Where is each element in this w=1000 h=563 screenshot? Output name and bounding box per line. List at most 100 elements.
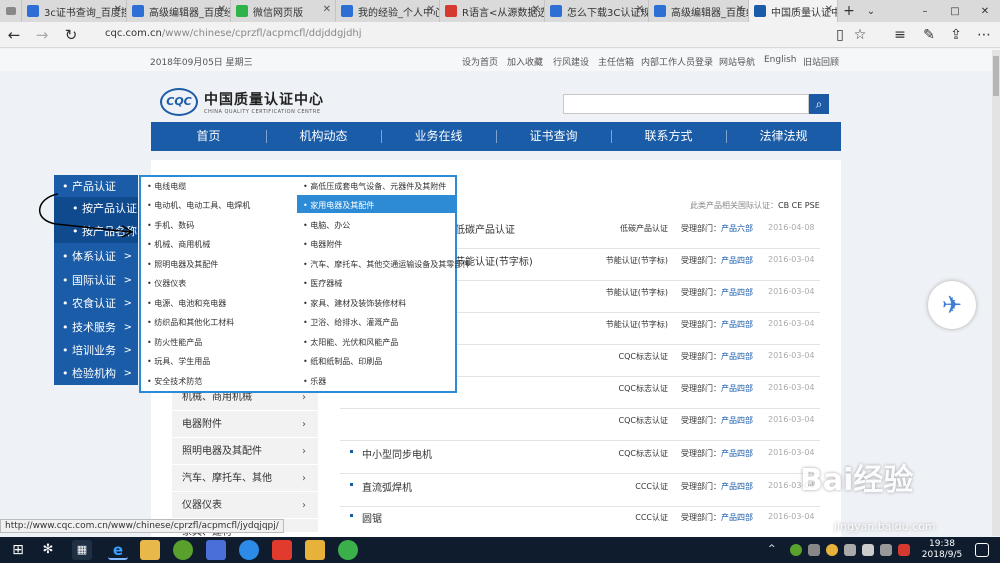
dropdown-item[interactable]: • 机械、商用机械 xyxy=(147,239,210,250)
page-scrollbar[interactable] xyxy=(992,50,1000,536)
browser-app-icon[interactable] xyxy=(239,540,259,560)
dropdown-item[interactable]: • 照明电器及其配件 xyxy=(147,259,218,270)
site-search-input[interactable] xyxy=(563,94,809,114)
tray-qq-icon[interactable] xyxy=(826,544,838,556)
search-button[interactable]: ⌕ xyxy=(809,94,829,114)
category-item[interactable]: 仪器仪表 › xyxy=(172,492,318,519)
dept-link[interactable]: 产品四部 xyxy=(721,320,753,329)
dropdown-item[interactable]: • 纺织品和其他化工材料 xyxy=(147,317,234,328)
left-menu-item[interactable]: • 培训业务 > xyxy=(54,339,138,362)
dept-link[interactable]: 产品四部 xyxy=(721,256,753,265)
more-icon[interactable]: ⋯ xyxy=(975,26,993,44)
dropdown-item[interactable]: • 医疗器械 xyxy=(303,278,342,289)
dropdown-item[interactable]: • 太阳能、光伏和风能产品 xyxy=(303,337,398,348)
tray-wechat-icon[interactable] xyxy=(790,544,802,556)
reading-view-icon[interactable]: ▯ xyxy=(831,26,849,44)
nav-item[interactable]: 机构动态 xyxy=(266,122,381,151)
dept-link[interactable]: 产品四部 xyxy=(721,449,753,458)
dropdown-item[interactable]: • 防火性能产品 xyxy=(147,337,202,348)
dropdown-item[interactable]: • 电器附件 xyxy=(303,239,342,250)
tab-close-icon[interactable]: ✕ xyxy=(636,4,644,15)
category-item[interactable]: 电器附件 › xyxy=(172,411,318,438)
top-link[interactable]: English xyxy=(764,55,797,65)
top-link[interactable]: 旧站回顾 xyxy=(803,55,839,68)
dept-link[interactable]: 产品四部 xyxy=(721,482,753,491)
dept-link[interactable]: 产品六部 xyxy=(721,224,753,233)
left-menu-item[interactable]: • 体系认证 > xyxy=(54,245,138,268)
product-name-link[interactable]: 中小型同步电机 xyxy=(362,446,432,461)
back-button[interactable]: ← xyxy=(4,25,24,45)
start-button[interactable]: ⊞ xyxy=(8,540,28,560)
top-link[interactable]: 主任信箱 xyxy=(598,55,634,68)
product-name-link[interactable]: 圆锯 xyxy=(362,510,382,525)
left-menu-item[interactable]: • 国际认证 > xyxy=(54,269,138,292)
dropdown-item[interactable]: • 仪器仪表 xyxy=(147,278,186,289)
new-tab-button[interactable]: + xyxy=(838,0,860,22)
notes-app-icon[interactable] xyxy=(272,540,292,560)
dropdown-item[interactable]: • 玩具、学生用品 xyxy=(147,356,210,367)
browser-tab[interactable]: 3c证书查询_百度搜 ✕ xyxy=(22,0,127,22)
dropdown-item[interactable]: • 家具、建材及装饰装修材料 xyxy=(303,298,406,309)
film-app-icon[interactable]: ▦ xyxy=(72,540,92,560)
tray-ime-icon[interactable] xyxy=(898,544,910,556)
web-note-icon[interactable]: ✎ xyxy=(920,26,938,44)
dropdown-item[interactable]: • 电线电缆 xyxy=(147,181,186,192)
nav-item[interactable]: 联系方式 xyxy=(611,122,726,151)
dropdown-item[interactable]: • 家用电器及其配件 xyxy=(303,200,374,211)
floating-assistant-icon[interactable]: ✈ xyxy=(928,281,976,329)
dept-link[interactable]: 产品四部 xyxy=(721,384,753,393)
minimize-button[interactable]: – xyxy=(910,0,940,22)
top-link[interactable]: 设为首页 xyxy=(462,55,498,68)
tab-close-icon[interactable]: ✕ xyxy=(114,4,122,15)
dropdown-item[interactable]: • 纸和纸制品、印刷品 xyxy=(303,356,382,367)
folder-app-icon[interactable] xyxy=(305,540,325,560)
top-link[interactable]: 内部工作人员登录 xyxy=(641,55,713,68)
fan-app-icon[interactable]: ✻ xyxy=(38,540,58,560)
dropdown-item[interactable]: • 汽车、摩托车、其他交通运输设备及其零部件 xyxy=(303,259,470,270)
wechat-icon[interactable] xyxy=(173,540,193,560)
forward-button[interactable]: → xyxy=(32,25,52,45)
browser-tab[interactable]: 微信网页版 ✕ xyxy=(231,0,336,22)
browser-tab[interactable]: 中国质量认证中 ✕ xyxy=(749,0,838,22)
dropdown-item[interactable]: • 乐器 xyxy=(303,376,326,387)
feishu-icon[interactable] xyxy=(206,540,226,560)
nav-item[interactable]: 法律法规 xyxy=(726,122,841,151)
chevron-down-icon[interactable]: ⌄ xyxy=(860,0,882,22)
tray-volume-icon[interactable] xyxy=(880,544,892,556)
top-link[interactable]: 行风建设 xyxy=(553,55,589,68)
product-name-link[interactable]: 低碳产品认证 xyxy=(455,221,515,236)
cqc-logo[interactable]: CQC 中国质量认证中心 CHINA QUALITY CERTIFICATION… xyxy=(160,86,324,118)
dropdown-item[interactable]: • 电动机、电动工具、电焊机 xyxy=(147,200,250,211)
left-menu-item[interactable]: • 农食认证 > xyxy=(54,292,138,315)
nav-item[interactable]: 业务在线 xyxy=(381,122,496,151)
dept-link[interactable]: 产品四部 xyxy=(721,416,753,425)
tab-close-icon[interactable]: ✕ xyxy=(736,4,744,15)
hub-icon[interactable]: ≡ xyxy=(891,26,909,44)
dropdown-item[interactable]: • 电源、电池和充电器 xyxy=(147,298,226,309)
file-explorer-icon[interactable] xyxy=(140,540,160,560)
favorite-star-icon[interactable]: ☆ xyxy=(851,26,869,44)
tab-close-icon[interactable]: ✕ xyxy=(218,4,226,15)
browser-tab[interactable]: 怎么下载3C认证规? ✕ xyxy=(545,0,649,22)
browser-tab[interactable]: 我的经验_个人中心 ✕ xyxy=(336,0,440,22)
close-window-button[interactable]: ✕ xyxy=(970,0,1000,22)
tab-preview-button[interactable] xyxy=(0,0,22,22)
share-icon[interactable]: ⇪ xyxy=(947,26,965,44)
dept-link[interactable]: 产品四部 xyxy=(721,352,753,361)
tray-battery-icon[interactable] xyxy=(862,544,874,556)
category-item[interactable]: 汽车、摩托车、其他 › xyxy=(172,465,318,492)
top-link[interactable]: 加入收藏 xyxy=(507,55,543,68)
refresh-button[interactable]: ↻ xyxy=(61,25,81,45)
browser-tab[interactable]: 高级编辑器_百度经 ✕ xyxy=(127,0,231,22)
scrollbar-thumb[interactable] xyxy=(993,56,999,96)
left-menu-item[interactable]: • 检验机构 > xyxy=(54,362,138,385)
dropdown-item[interactable]: • 高低压成套电气设备、元器件及其附件 xyxy=(303,181,446,192)
tab-close-icon[interactable]: ✕ xyxy=(323,4,331,15)
tab-close-icon[interactable]: ✕ xyxy=(825,4,833,15)
url-field[interactable]: cqc.com.cn/www/chinese/cprzfl/acpmcfl/dd… xyxy=(105,28,362,39)
dept-link[interactable]: 产品四部 xyxy=(721,288,753,297)
tab-close-icon[interactable]: ✕ xyxy=(427,4,435,15)
category-item[interactable]: 照明电器及其配件 › xyxy=(172,438,318,465)
product-name-link[interactable]: 直流弧焊机 xyxy=(362,479,412,494)
dropdown-item[interactable]: • 手机、数码 xyxy=(147,220,194,231)
